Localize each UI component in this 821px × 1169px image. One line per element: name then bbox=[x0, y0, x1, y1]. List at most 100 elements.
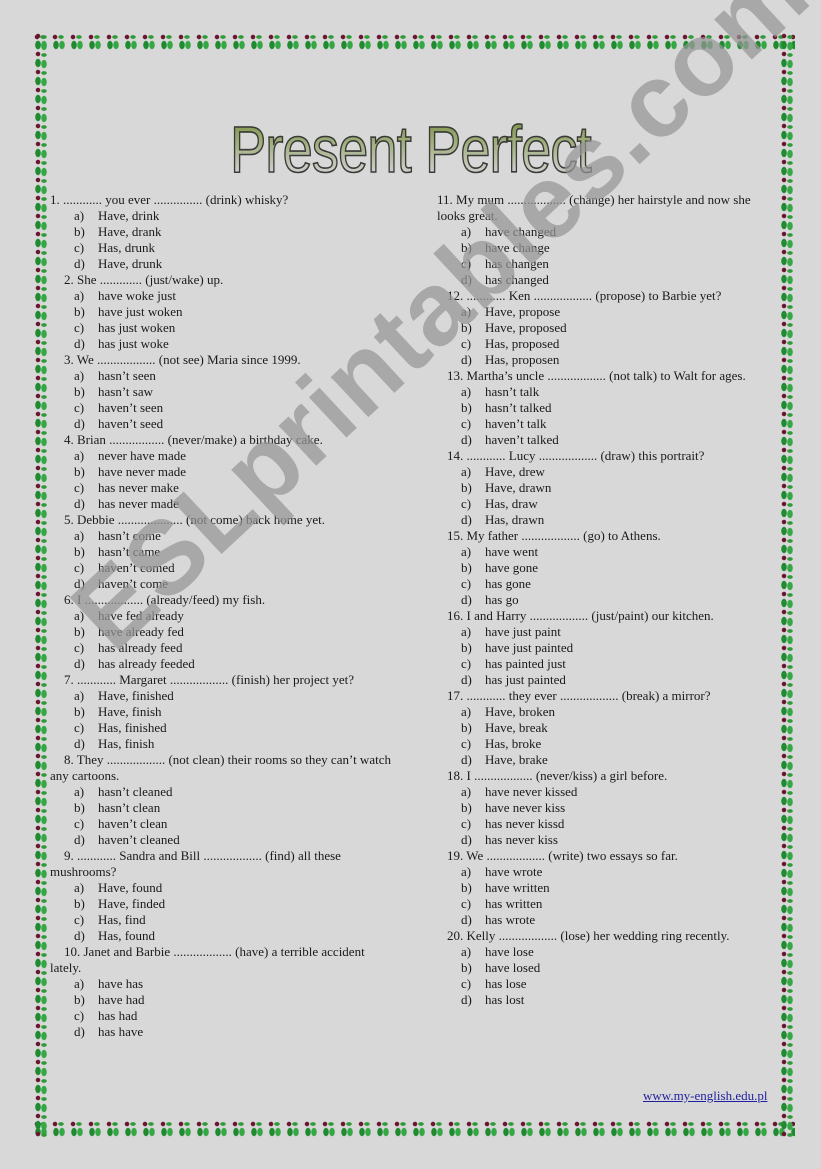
answer-option[interactable]: a) Have, drew bbox=[437, 464, 782, 480]
answer-option[interactable]: b) Have, proposed bbox=[437, 320, 782, 336]
answer-option[interactable]: a) Have, broken bbox=[437, 704, 782, 720]
option-text: have wrote bbox=[485, 864, 543, 879]
answer-option[interactable]: a) hasn’t talk bbox=[437, 384, 782, 400]
answer-option[interactable]: b) have written bbox=[437, 880, 782, 896]
option-text: haven’t seed bbox=[98, 416, 164, 431]
answer-option[interactable]: d) has changed bbox=[437, 272, 782, 288]
answer-option[interactable]: b) have losed bbox=[437, 960, 782, 976]
answer-option[interactable]: c) Has, proposed bbox=[437, 336, 782, 352]
answer-option[interactable]: c) has changen bbox=[437, 256, 782, 272]
answer-option[interactable]: a) have went bbox=[437, 544, 782, 560]
answer-option[interactable]: c) haven’t comed bbox=[50, 560, 395, 576]
answer-option[interactable]: a) have never kissed bbox=[437, 784, 782, 800]
answer-option[interactable]: b) have just woken bbox=[50, 304, 395, 320]
answer-option[interactable]: c) Has, draw bbox=[437, 496, 782, 512]
answer-option[interactable]: b) Have, break bbox=[437, 720, 782, 736]
answer-option[interactable]: d) haven’t come bbox=[50, 576, 395, 592]
answer-options: a) Have, drew b) Have, drawn c) Has, draw d) Ha… bbox=[437, 464, 782, 528]
answer-option[interactable]: b) Have, finish bbox=[50, 704, 395, 720]
question-stem: 6. I .................. (already/feed) m… bbox=[50, 592, 395, 608]
answer-option[interactable]: a) have changed bbox=[437, 224, 782, 240]
answer-option[interactable]: a) have just paint bbox=[437, 624, 782, 640]
answer-option[interactable]: b) Have, drank bbox=[50, 224, 395, 240]
answer-option[interactable]: c) has never make bbox=[50, 480, 395, 496]
answer-option[interactable]: a) have wrote bbox=[437, 864, 782, 880]
answer-option[interactable]: d) Has, finish bbox=[50, 736, 395, 752]
answer-option[interactable]: b) have never kiss bbox=[437, 800, 782, 816]
answer-option[interactable]: a) have lose bbox=[437, 944, 782, 960]
answer-option[interactable]: a) Have, drink bbox=[50, 208, 395, 224]
answer-option[interactable]: a) have has bbox=[50, 976, 395, 992]
answer-option[interactable]: d) Has, proposen bbox=[437, 352, 782, 368]
answer-option[interactable]: b) have never made bbox=[50, 464, 395, 480]
answer-option[interactable]: c) haven’t seen bbox=[50, 400, 395, 416]
answer-option[interactable]: b) have change bbox=[437, 240, 782, 256]
answer-option[interactable]: a) Have, finished bbox=[50, 688, 395, 704]
question-number: 3. bbox=[64, 352, 74, 367]
question-number: 12. bbox=[447, 288, 464, 303]
answer-option[interactable]: d) haven’t seed bbox=[50, 416, 395, 432]
option-text: haven’t talked bbox=[485, 432, 559, 447]
answer-option[interactable]: d) has have bbox=[50, 1024, 395, 1040]
answer-option[interactable]: b) have already fed bbox=[50, 624, 395, 640]
option-text: Has, drawn bbox=[485, 512, 545, 527]
answer-option[interactable]: a) hasn’t cleaned bbox=[50, 784, 395, 800]
answer-option[interactable]: c) haven’t talk bbox=[437, 416, 782, 432]
answer-option[interactable]: a) Have, propose bbox=[437, 304, 782, 320]
answer-option[interactable]: d) has wrote bbox=[437, 912, 782, 928]
answer-option[interactable]: d) has already feeded bbox=[50, 656, 395, 672]
website-link[interactable]: www.my-english.edu.pl bbox=[643, 1088, 767, 1104]
answer-option[interactable]: a) hasn’t seen bbox=[50, 368, 395, 384]
answer-option[interactable]: c) has lose bbox=[437, 976, 782, 992]
answer-option[interactable]: c) Has, finished bbox=[50, 720, 395, 736]
option-letter: b) bbox=[461, 400, 472, 415]
answer-option[interactable]: b) have gone bbox=[437, 560, 782, 576]
option-text: hasn’t clean bbox=[98, 800, 161, 815]
answer-option[interactable]: c) has painted just bbox=[437, 656, 782, 672]
answer-option[interactable]: a) never have made bbox=[50, 448, 395, 464]
answer-option[interactable]: c) Has, find bbox=[50, 912, 395, 928]
answer-option[interactable]: c) Has, drunk bbox=[50, 240, 395, 256]
answer-option[interactable]: b) have just painted bbox=[437, 640, 782, 656]
answer-option[interactable]: c) Has, broke bbox=[437, 736, 782, 752]
answer-option[interactable]: d) has just woke bbox=[50, 336, 395, 352]
answer-options: a) have lose b) have losed c) has lose d) has l… bbox=[437, 944, 782, 1008]
answer-option[interactable]: a) have woke just bbox=[50, 288, 395, 304]
answer-option[interactable]: b) Have, finded bbox=[50, 896, 395, 912]
answer-option[interactable]: b) hasn’t clean bbox=[50, 800, 395, 816]
option-letter: a) bbox=[461, 464, 472, 479]
answer-option[interactable]: d) Have, brake bbox=[437, 752, 782, 768]
question-stem: 9. ............ Sandra and Bill ........… bbox=[50, 848, 395, 880]
answer-option[interactable]: a) Have, found bbox=[50, 880, 395, 896]
answer-option[interactable]: b) Have, drawn bbox=[437, 480, 782, 496]
answer-option[interactable]: d) has go bbox=[437, 592, 782, 608]
answer-option[interactable]: b) hasn’t saw bbox=[50, 384, 395, 400]
answer-option[interactable]: c) has written bbox=[437, 896, 782, 912]
answer-option[interactable]: c) has had bbox=[50, 1008, 395, 1024]
answer-option[interactable]: b) hasn’t talked bbox=[437, 400, 782, 416]
option-letter: b) bbox=[74, 464, 85, 479]
answer-option[interactable]: b) have had bbox=[50, 992, 395, 1008]
answer-option[interactable]: c) has never kissd bbox=[437, 816, 782, 832]
answer-option[interactable]: d) haven’t talked bbox=[437, 432, 782, 448]
answer-option[interactable]: a) hasn’t come bbox=[50, 528, 395, 544]
answer-option[interactable]: d) haven’t cleaned bbox=[50, 832, 395, 848]
answer-option[interactable]: d) Have, drunk bbox=[50, 256, 395, 272]
answer-option[interactable]: d) Has, found bbox=[50, 928, 395, 944]
answer-option[interactable]: a) have fed already bbox=[50, 608, 395, 624]
answer-option[interactable]: c) has gone bbox=[437, 576, 782, 592]
answer-option[interactable]: d) has lost bbox=[437, 992, 782, 1008]
answer-option[interactable]: d) has never kiss bbox=[437, 832, 782, 848]
answer-option[interactable]: d) Has, drawn bbox=[437, 512, 782, 528]
option-letter: b) bbox=[74, 704, 85, 719]
answer-option[interactable]: c) haven’t clean bbox=[50, 816, 395, 832]
answer-option[interactable]: c) has just woken bbox=[50, 320, 395, 336]
answer-option[interactable]: b) hasn’t came bbox=[50, 544, 395, 560]
answer-option[interactable]: d) has just painted bbox=[437, 672, 782, 688]
answer-options: a) have woke just b) have just woken c) has j… bbox=[50, 288, 395, 352]
option-letter: b) bbox=[74, 800, 85, 815]
option-letter: a) bbox=[74, 448, 85, 463]
option-letter: b) bbox=[461, 480, 472, 495]
answer-option[interactable]: c) has already feed bbox=[50, 640, 395, 656]
answer-option[interactable]: d) has never made bbox=[50, 496, 395, 512]
